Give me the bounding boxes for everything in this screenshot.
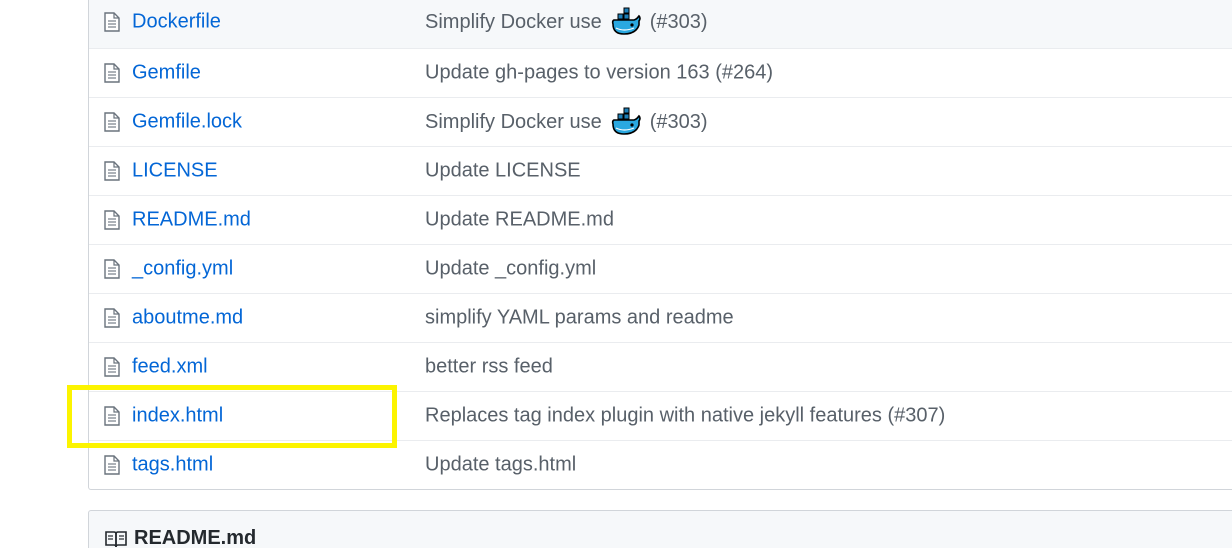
file-row: README.md Update README.md — [89, 195, 1232, 244]
commit-message-text[interactable]: Update tags.html — [425, 454, 576, 477]
file-icon — [104, 161, 120, 181]
file-link[interactable]: Dockerfile — [132, 11, 221, 34]
commit-message-text[interactable]: Update gh-pages to version 163 (#264) — [425, 62, 773, 85]
book-icon — [105, 531, 127, 548]
file-icon — [104, 63, 120, 83]
file-link[interactable]: aboutme.md — [132, 307, 243, 330]
file-link[interactable]: _config.yml — [132, 258, 233, 281]
file-icon — [104, 406, 120, 426]
commit-message-text[interactable]: Simplify Docker use — [425, 111, 602, 134]
file-link[interactable]: README.md — [132, 209, 251, 232]
commit-message[interactable]: Update tags.html — [425, 454, 576, 477]
file-icon — [104, 210, 120, 230]
commit-message-text[interactable]: Update README.md — [425, 209, 614, 232]
file-list: Dockerfile Simplify Docker use (#303) Gemfi… — [88, 0, 1232, 490]
file-icon — [104, 357, 120, 377]
commit-message[interactable]: Simplify Docker use (#303) — [425, 107, 708, 137]
file-link[interactable]: Gemfile — [132, 62, 201, 85]
file-icon — [104, 455, 120, 475]
readme-title[interactable]: README.md — [134, 527, 256, 548]
file-icon — [104, 12, 120, 32]
page: Dockerfile Simplify Docker use (#303) Gemfi… — [0, 0, 1232, 548]
file-row: Dockerfile Simplify Docker use (#303) — [89, 0, 1232, 48]
file-link[interactable]: index.html — [132, 405, 223, 428]
docker-whale-icon — [610, 7, 642, 37]
readme-header: README.md — [88, 510, 1232, 548]
commit-message[interactable]: Update _config.yml — [425, 258, 596, 281]
commit-message-text[interactable]: Update LICENSE — [425, 160, 581, 183]
pull-request-link[interactable]: (#303) — [650, 11, 708, 34]
commit-message-text[interactable]: Simplify Docker use — [425, 11, 602, 34]
file-row: Gemfile.lock Simplify Docker use (#303) — [89, 97, 1232, 146]
file-row: Gemfile Update gh-pages to version 163 (#… — [89, 48, 1232, 97]
file-link[interactable]: feed.xml — [132, 356, 208, 379]
docker-whale-icon — [610, 107, 642, 137]
commit-message-text[interactable]: Replaces tag index plugin with native je… — [425, 405, 945, 428]
commit-message-text[interactable]: Update _config.yml — [425, 258, 596, 281]
file-row: tags.html Update tags.html — [89, 440, 1232, 489]
file-row: _config.yml Update _config.yml — [89, 244, 1232, 293]
commit-message[interactable]: simplify YAML params and readme — [425, 307, 734, 330]
commit-message[interactable]: Update LICENSE — [425, 160, 581, 183]
file-link[interactable]: Gemfile.lock — [132, 111, 242, 134]
file-icon — [104, 308, 120, 328]
pull-request-link[interactable]: (#303) — [650, 111, 708, 134]
file-link[interactable]: tags.html — [132, 454, 213, 477]
file-link[interactable]: LICENSE — [132, 160, 218, 183]
file-row: aboutme.md simplify YAML params and readm… — [89, 293, 1232, 342]
commit-message[interactable]: Update README.md — [425, 209, 614, 232]
file-row: index.html Replaces tag index plugin with… — [89, 391, 1232, 440]
commit-message[interactable]: Replaces tag index plugin with native je… — [425, 405, 945, 428]
file-row: LICENSE Update LICENSE — [89, 146, 1232, 195]
file-row: feed.xml better rss feed — [89, 342, 1232, 391]
commit-message-text[interactable]: better rss feed — [425, 356, 553, 379]
file-icon — [104, 112, 120, 132]
commit-message[interactable]: Simplify Docker use (#303) — [425, 7, 708, 37]
file-icon — [104, 259, 120, 279]
commit-message[interactable]: Update gh-pages to version 163 (#264) — [425, 62, 773, 85]
commit-message[interactable]: better rss feed — [425, 356, 553, 379]
commit-message-text[interactable]: simplify YAML params and readme — [425, 307, 734, 330]
